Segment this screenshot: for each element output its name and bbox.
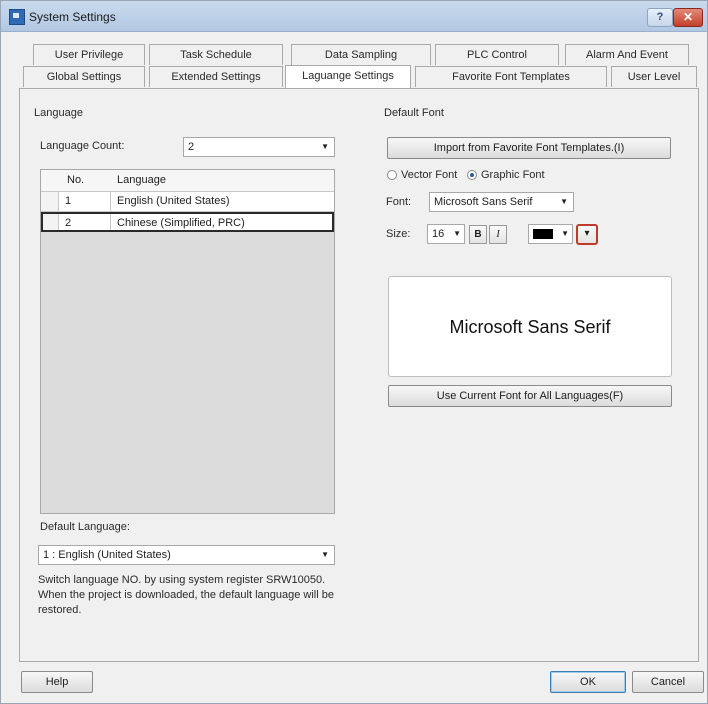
app-icon [9,9,25,25]
font-value: Microsoft Sans Serif [434,196,533,208]
language-settings-page: Language Language Count: 2 ▼ No. Languag… [19,88,699,662]
default-language-label: Default Language: [40,521,130,533]
language-switch-note: Switch language NO. by using system regi… [38,574,334,616]
graphic-font-radio[interactable] [467,170,477,180]
window-help-button[interactable]: ? [647,8,673,27]
title-bar[interactable]: System Settings ? ✕ [1,1,707,32]
default-font-group-label: Default Font [384,107,444,119]
system-settings-window: System Settings ? ✕ User Privilege Task … [0,0,708,704]
language-table-header: No. Language [41,170,334,192]
tab-data-sampling[interactable]: Data Sampling [291,44,431,65]
default-language-dropdown[interactable]: 1 : English (United States) ▼ [38,545,335,565]
import-font-templates-button[interactable]: Import from Favorite Font Templates.(I) [387,137,671,159]
cancel-button[interactable]: Cancel [632,671,704,693]
chevron-down-icon: ▼ [321,550,329,559]
window-title: System Settings [29,10,116,24]
cell-language: Chinese (Simplified, PRC) [117,217,245,229]
language-group-label: Language [34,107,83,119]
ok-button[interactable]: OK [550,671,626,693]
column-header-language: Language [117,174,166,186]
row-selector [43,214,59,230]
chevron-down-icon: ▼ [453,229,461,238]
italic-button[interactable]: I [489,225,507,244]
font-label: Font: [386,196,412,208]
default-language-value: 1 : English (United States) [43,549,171,561]
font-dropdown[interactable]: Microsoft Sans Serif ▼ [429,192,574,212]
tab-plc-control[interactable]: PLC Control [435,44,559,65]
graphic-font-label: Graphic Font [481,169,545,181]
window-close-button[interactable]: ✕ [673,8,703,27]
color-swatch [533,229,553,239]
bold-button[interactable]: B [469,225,487,244]
cell-no: 2 [61,214,111,230]
cell-language: English (United States) [117,195,230,207]
help-button[interactable]: Help [21,671,93,693]
chevron-down-icon: ▼ [321,142,329,151]
tab-user-privilege[interactable]: User Privilege [33,44,145,65]
chevron-down-icon: ▼ [560,197,568,206]
tab-language-settings[interactable]: Laguange Settings [285,65,411,88]
tab-user-level[interactable]: User Level [611,66,697,87]
row-selector [41,192,59,211]
tab-alarm-and-event[interactable]: Alarm And Event [565,44,689,65]
font-color-dropdown[interactable]: ▼ [528,224,573,244]
tab-favorite-font-templates[interactable]: Favorite Font Templates [415,66,607,87]
size-value: 16 [432,228,445,240]
cell-no: 1 [61,192,111,211]
tab-global-settings[interactable]: Global Settings [23,66,145,87]
chevron-down-icon: ▼ [561,229,569,238]
tab-task-schedule[interactable]: Task Schedule [149,44,283,65]
language-count-value: 2 [188,141,195,153]
language-count-label: Language Count: [40,140,125,152]
language-table: No. Language 1 English (United States) 2… [40,169,335,514]
color-picker-button[interactable]: ▾ [576,224,598,245]
use-current-font-button[interactable]: Use Current Font for All Languages(F) [388,385,672,407]
vector-font-radio[interactable] [387,170,397,180]
table-row-selected[interactable]: 2 Chinese (Simplified, PRC) [41,212,334,232]
font-preview: Microsoft Sans Serif [388,276,672,377]
vector-font-label: Vector Font [401,169,458,181]
language-count-dropdown[interactable]: 2 ▼ [183,137,335,157]
size-dropdown[interactable]: 16 ▼ [427,224,465,244]
size-label: Size: [386,228,411,240]
table-row[interactable]: 1 English (United States) [41,192,334,212]
column-header-no: No. [67,174,85,186]
tab-extended-settings[interactable]: Extended Settings [149,66,283,87]
